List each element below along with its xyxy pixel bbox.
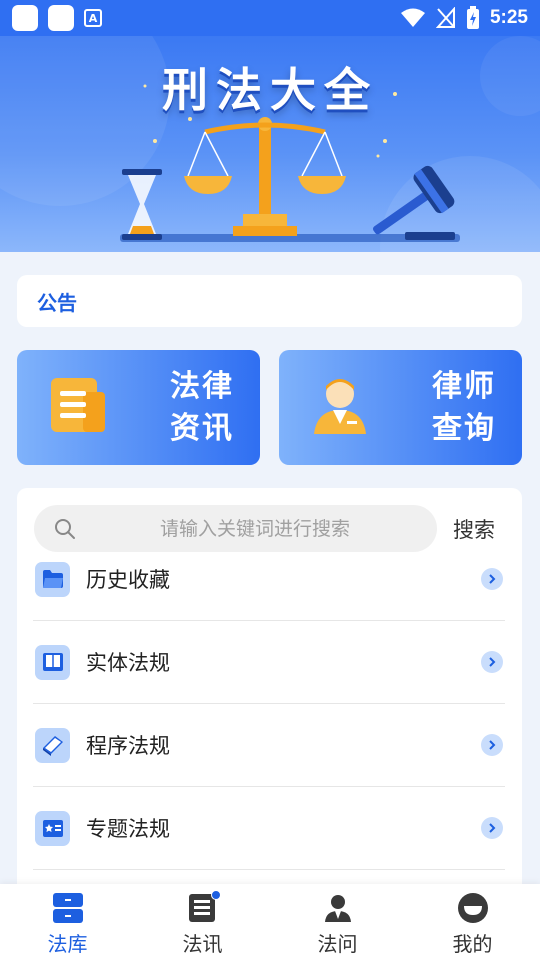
card-lawyer-line1: 律师 — [432, 369, 496, 404]
chevron-right-icon — [481, 651, 503, 673]
list-item-substantive-law[interactable]: 实体法规 — [33, 621, 505, 704]
book-icon — [35, 644, 70, 680]
app-square-icon — [48, 5, 74, 31]
list-item-label: 专题法规 — [86, 817, 170, 841]
card-lawyer-line2: 查询 — [432, 411, 496, 446]
chevron-right-icon — [481, 817, 503, 839]
status-bar: A 5:25 — [0, 0, 540, 36]
font-a-icon: A — [84, 9, 102, 27]
notice-bar[interactable]: 公告 — [17, 275, 522, 327]
lawyer-person-icon — [324, 895, 351, 922]
notification-dot — [211, 890, 221, 900]
nav-label: 法问 — [317, 932, 358, 956]
battery-charging-icon — [466, 6, 479, 29]
card-news-line1: 法律 — [170, 369, 234, 404]
chevron-right-icon — [481, 568, 503, 590]
list-item-history-favorites[interactable]: 历史收藏 — [33, 538, 505, 621]
list-item-procedural-law[interactable]: 程序法规 — [33, 704, 505, 787]
notice-label: 公告 — [37, 290, 77, 315]
nav-label: 法库 — [47, 932, 88, 956]
folder-icon — [35, 561, 70, 597]
nav-label: 我的 — [452, 932, 493, 956]
list-item-label: 程序法规 — [86, 734, 170, 758]
nav-tab-library[interactable]: 法库 — [0, 884, 135, 960]
banner-title: 刑法大全 — [162, 63, 378, 117]
star-book-icon — [35, 810, 70, 846]
category-list: 历史收藏 实体法规 程序法规 专题法规 — [33, 561, 505, 895]
nav-tab-profile[interactable]: 我的 — [405, 884, 540, 960]
search-input[interactable] — [90, 517, 420, 540]
list-item-label: 实体法规 — [86, 651, 170, 675]
book-stack-icon — [35, 727, 70, 763]
profile-icon — [457, 893, 488, 923]
app-square-icon — [12, 5, 38, 31]
nav-tab-news[interactable]: 法讯 — [135, 884, 270, 960]
lawyer-search-card[interactable]: 律师 查询 — [279, 350, 522, 465]
search-icon — [55, 518, 75, 539]
document-icon — [47, 374, 109, 440]
list-item-label: 历史收藏 — [86, 568, 170, 592]
bottom-navigation: 法库 法讯 法问 我的 — [0, 884, 540, 960]
nav-tab-ask[interactable]: 法问 — [270, 884, 405, 960]
law-library-panel: 搜索 历史收藏 实体法规 程序法规 — [17, 488, 522, 898]
legal-news-card[interactable]: 法律 资讯 — [17, 350, 260, 465]
status-time: 5:25 — [489, 7, 528, 28]
hero-banner: 刑法大全 — [0, 36, 540, 252]
library-icon — [52, 893, 83, 923]
lawyer-icon — [309, 374, 371, 440]
list-item-topical-law[interactable]: 专题法规 — [33, 787, 505, 870]
nav-label: 法讯 — [182, 932, 223, 956]
chevron-right-icon — [481, 734, 503, 756]
wifi-icon — [400, 8, 425, 27]
card-news-line2: 资讯 — [170, 411, 234, 446]
no-signal-icon — [435, 7, 455, 28]
